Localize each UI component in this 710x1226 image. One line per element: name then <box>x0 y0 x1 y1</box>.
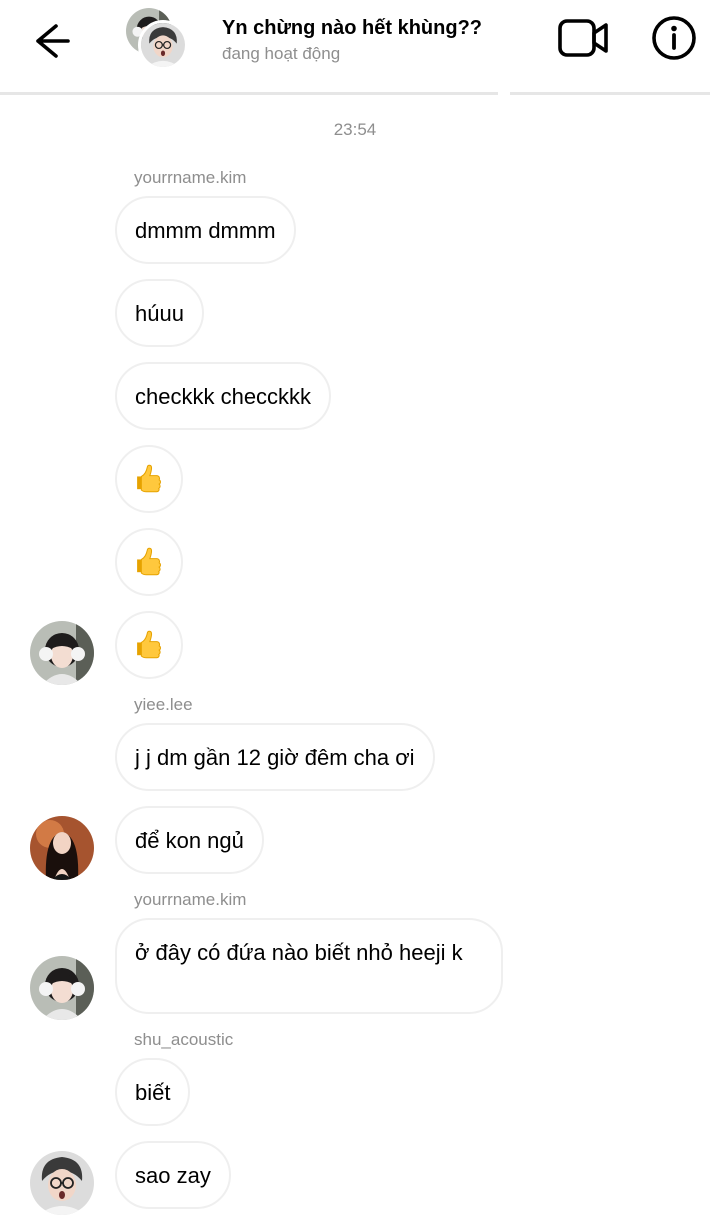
sender-avatar[interactable] <box>30 1151 94 1215</box>
chat-title[interactable]: Yn chừng nào hết khùng?? <box>222 17 482 40</box>
sender-avatar[interactable] <box>30 816 94 880</box>
header-divider <box>510 92 710 95</box>
sender-avatar[interactable] <box>30 621 94 685</box>
active-status: đang hoạt động <box>222 44 341 63</box>
conversation-info-button[interactable] <box>650 14 698 62</box>
message-bubble[interactable]: j j dm gần 12 giờ đêm cha ơi <box>115 723 435 791</box>
emoji-message-bubble[interactable] <box>115 445 183 513</box>
group-avatar[interactable] <box>124 6 192 74</box>
message-bubble[interactable]: húuu <box>115 279 204 347</box>
back-button[interactable] <box>26 20 74 62</box>
chat-header: Yn chừng nào hết khùng?? đang hoạt động <box>0 0 710 92</box>
video-camera-icon <box>558 19 608 57</box>
message-timestamp: 23:54 <box>333 120 377 139</box>
emoji-message-bubble[interactable] <box>115 528 183 596</box>
sender-avatar[interactable] <box>30 956 94 1020</box>
arrow-left-icon <box>36 24 70 58</box>
message-bubble[interactable]: sao zay <box>115 1141 231 1209</box>
message-bubble[interactable]: ở đây có đứa nào biết nhỏ heeji k <box>115 918 503 1014</box>
thumbs-up-emoji <box>136 630 161 659</box>
message-bubble[interactable]: dmmm dmmm <box>115 196 296 264</box>
header-divider <box>0 92 498 95</box>
info-circle-icon <box>652 16 696 60</box>
message-bubble[interactable]: để kon ngủ <box>115 806 264 874</box>
video-call-button[interactable] <box>556 16 612 60</box>
message-bubble[interactable]: biết <box>115 1058 191 1126</box>
group-avatar-member-2 <box>138 20 188 70</box>
sender-name: yourrname.kim <box>134 168 247 187</box>
sender-name: yiee.lee <box>134 695 193 714</box>
sender-name: shu_acoustic <box>134 1030 234 1049</box>
thumbs-up-emoji <box>136 547 161 576</box>
sender-name: yourrname.kim <box>134 890 247 909</box>
message-bubble[interactable]: checkkk checckkk <box>115 362 332 430</box>
thumbs-up-emoji <box>136 464 161 493</box>
emoji-message-bubble[interactable] <box>115 611 183 679</box>
